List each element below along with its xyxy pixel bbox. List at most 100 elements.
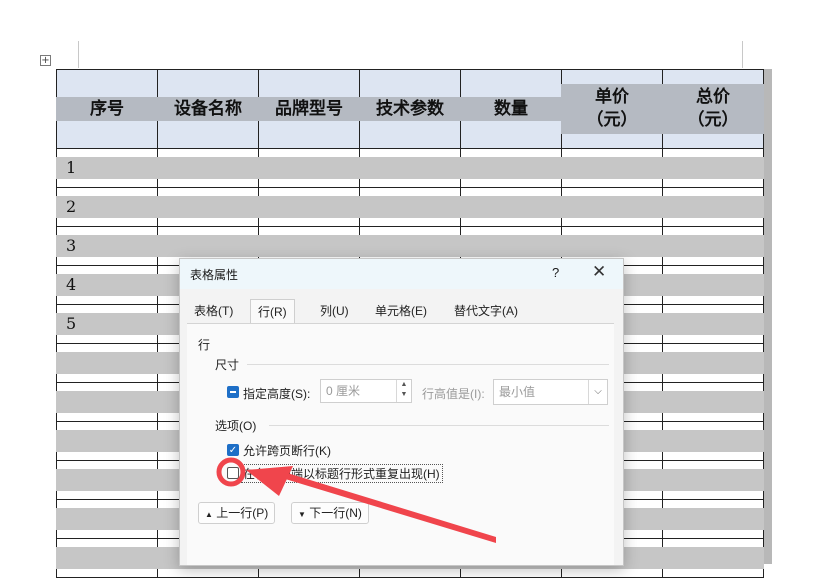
cell-content xyxy=(561,196,663,218)
table-cell[interactable] xyxy=(258,187,360,227)
row-number xyxy=(56,508,158,530)
table-cell[interactable] xyxy=(359,187,461,227)
allow-break-checkbox[interactable]: ✓ xyxy=(227,444,239,456)
table-cell[interactable] xyxy=(662,265,764,305)
cell-content xyxy=(460,157,562,179)
cell-content xyxy=(359,157,461,179)
stepper-arrows-icon[interactable]: ▲ ▼ xyxy=(396,380,411,402)
chevron-down-icon[interactable]: ⌵ xyxy=(588,380,607,404)
height-value: 0 厘米 xyxy=(326,384,361,398)
cell-content xyxy=(662,157,764,179)
table-cell[interactable] xyxy=(662,460,764,500)
header-cell[interactable]: 单价 （元） xyxy=(561,69,663,149)
row-number xyxy=(56,547,158,569)
table-cell[interactable] xyxy=(561,148,663,188)
table-properties-dialog: 表格属性 ? ✕ 表格(T) 行(R) 列(U) 单元格(E) 替代文字(A) … xyxy=(179,258,624,566)
header-unit-price-line2: （元） xyxy=(586,110,638,130)
table-cell[interactable] xyxy=(258,148,360,188)
cell-content xyxy=(662,508,764,530)
cell-content xyxy=(359,196,461,218)
table-cell[interactable] xyxy=(56,343,158,383)
table-cell[interactable] xyxy=(157,148,259,188)
help-button[interactable]: ? xyxy=(552,265,559,280)
header-cell[interactable]: 序号 xyxy=(56,69,158,149)
header-total-price: 总价 （元） xyxy=(662,84,764,134)
close-icon[interactable]: ✕ xyxy=(592,262,606,282)
section-row-label: 行 xyxy=(198,338,211,352)
row-number xyxy=(56,352,158,374)
table-cell[interactable]: 2 xyxy=(56,187,158,227)
options-label: 选项(O) xyxy=(215,419,257,433)
row-number xyxy=(56,391,158,413)
table-cell[interactable] xyxy=(662,226,764,266)
header-brand-model: 品牌型号 xyxy=(258,97,360,121)
table-cell[interactable] xyxy=(56,460,158,500)
row-height-label: 行高值是(I): xyxy=(422,387,485,401)
table-move-handle-icon[interactable]: + xyxy=(40,55,51,66)
tab-row[interactable]: 行(R) xyxy=(250,299,295,323)
row-height-select[interactable]: 最小值 ⌵ xyxy=(493,379,608,405)
repeat-header-label: 在各页顶端以标题行形式重复出现(H) xyxy=(243,467,440,481)
header-cell[interactable]: 技术参数 xyxy=(359,69,461,149)
header-cell[interactable]: 品牌型号 xyxy=(258,69,360,149)
size-label: 尺寸 xyxy=(215,358,240,372)
table-cell[interactable]: 3 xyxy=(56,226,158,266)
height-stepper[interactable]: 0 厘米 ▲ ▼ xyxy=(320,379,412,403)
table-cell[interactable] xyxy=(56,538,158,578)
table-cell[interactable] xyxy=(56,499,158,539)
cell-content xyxy=(258,235,360,257)
specify-height-checkbox[interactable] xyxy=(227,386,239,398)
table-cell[interactable] xyxy=(662,343,764,383)
header-quantity: 数量 xyxy=(460,97,562,121)
table-cell[interactable]: 4 xyxy=(56,265,158,305)
table-cell[interactable] xyxy=(56,421,158,461)
cell-content xyxy=(662,547,764,569)
cell-content xyxy=(662,274,764,296)
table-cell[interactable] xyxy=(662,499,764,539)
next-row-button[interactable]: ▼ 下一行(N) xyxy=(291,502,369,524)
cell-content xyxy=(662,313,764,335)
dialog-title: 表格属性 xyxy=(190,268,239,282)
cell-content xyxy=(561,157,663,179)
row-number xyxy=(56,469,158,491)
table-cell[interactable]: 1 xyxy=(56,148,158,188)
header-cell[interactable]: 数量 xyxy=(460,69,562,149)
table-cell[interactable] xyxy=(662,304,764,344)
table-cell[interactable]: 5 xyxy=(56,304,158,344)
header-unit-price: 单价 （元） xyxy=(561,84,663,134)
cell-content xyxy=(157,157,259,179)
table-cell[interactable] xyxy=(662,538,764,578)
table-cell[interactable] xyxy=(662,421,764,461)
dialog-titlebar: 表格属性 ? ✕ xyxy=(180,259,623,289)
table-cell[interactable] xyxy=(460,187,562,227)
table-cell[interactable] xyxy=(56,382,158,422)
cell-content xyxy=(561,235,663,257)
table-edge-shadow xyxy=(764,69,772,564)
header-tech-params: 技术参数 xyxy=(359,97,461,121)
table-cell[interactable] xyxy=(662,382,764,422)
size-divider xyxy=(247,364,609,365)
row-number: 5 xyxy=(56,313,158,335)
prev-row-button[interactable]: ▲ 上一行(P) xyxy=(198,502,276,524)
cell-content xyxy=(460,235,562,257)
row-number: 1 xyxy=(56,157,158,179)
header-cell[interactable]: 设备名称 xyxy=(157,69,259,149)
table-cell[interactable] xyxy=(662,148,764,188)
table-cell[interactable] xyxy=(561,187,663,227)
row-height-value: 最小值 xyxy=(499,385,536,399)
options-divider xyxy=(269,425,609,426)
repeat-header-checkbox[interactable] xyxy=(227,467,239,479)
cell-content xyxy=(662,430,764,452)
tab-alt-text[interactable]: 替代文字(A) xyxy=(447,299,525,323)
header-cell[interactable]: 总价 （元） xyxy=(662,69,764,149)
row-tab-panel: 行 尺寸 指定高度(S): 0 厘米 ▲ ▼ 行高值是(I): 最小值 ⌵ 选项(… xyxy=(187,323,614,565)
table-cell[interactable] xyxy=(662,187,764,227)
tab-table[interactable]: 表格(T) xyxy=(187,299,240,323)
table-cell[interactable] xyxy=(460,148,562,188)
tab-cell[interactable]: 单元格(E) xyxy=(368,299,434,323)
tab-column[interactable]: 列(U) xyxy=(313,299,356,323)
cell-content xyxy=(258,157,360,179)
table-cell[interactable] xyxy=(157,187,259,227)
table-cell[interactable] xyxy=(359,148,461,188)
table-header-row: 序号 设备名称 品牌型号 技术参数 数量 单价 （元） 总价 （元） xyxy=(56,69,764,149)
